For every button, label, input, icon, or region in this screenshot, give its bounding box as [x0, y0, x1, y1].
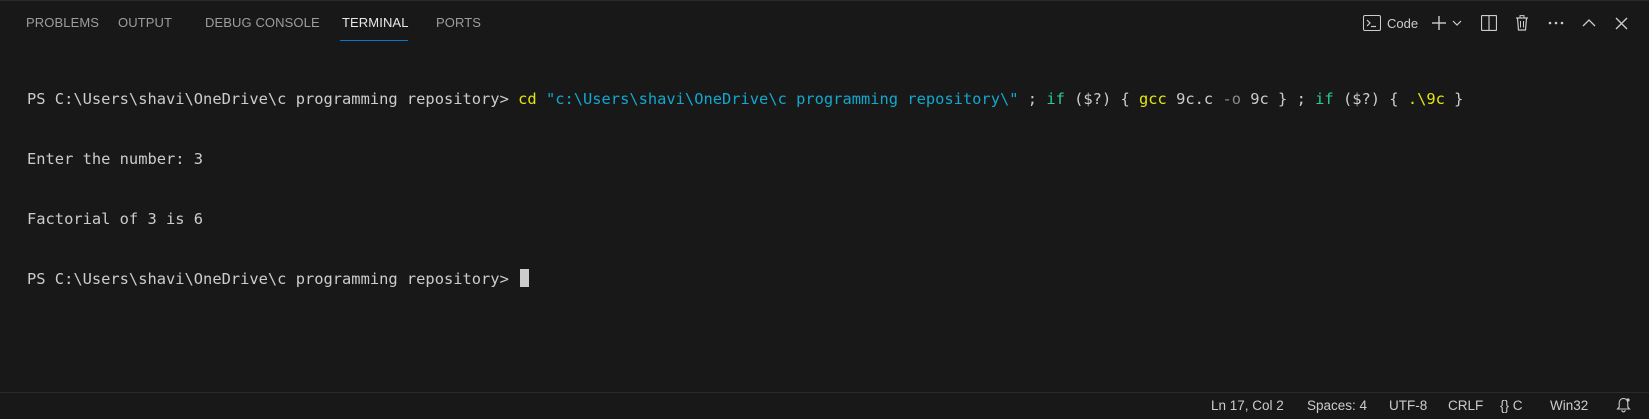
cmd-condition-2: ($?) { — [1333, 90, 1408, 108]
tab-problems[interactable]: PROBLEMS — [26, 15, 99, 30]
terminal-panel: PROBLEMS OUTPUT DEBUG CONSOLE TERMINAL P… — [0, 0, 1649, 392]
cmd-path: "c:\Users\shavi\OneDrive\c programming r… — [545, 90, 1019, 108]
split-icon — [1481, 15, 1497, 31]
plus-icon — [1431, 15, 1447, 31]
cmd-source-file: 9c.c — [1166, 90, 1223, 108]
line-ending-setting[interactable]: CRLF — [1448, 398, 1483, 413]
chevron-down-icon — [1452, 18, 1462, 28]
cursor-position[interactable]: Ln 17, Col 2 — [1211, 398, 1284, 413]
terminal-profile-label: Code — [1387, 15, 1419, 31]
cmd-output-name: 9c } ; — [1240, 90, 1316, 108]
tab-output[interactable]: OUTPUT — [118, 15, 172, 30]
panel-tab-bar: PROBLEMS OUTPUT DEBUG CONSOLE TERMINAL P… — [0, 1, 1649, 45]
terminal-prompt: PS C:\Users\shavi\OneDrive\c programming… — [27, 90, 519, 108]
cmd-if-keyword-2: if — [1315, 90, 1334, 108]
cmd-end: } — [1444, 90, 1464, 108]
tab-debug-console[interactable]: DEBUG CONSOLE — [205, 15, 320, 30]
more-actions-button[interactable] — [1547, 12, 1565, 34]
cmd-run-executable: .\9c — [1407, 90, 1445, 108]
language-mode[interactable]: {} C — [1500, 398, 1523, 413]
braces-icon: {} — [1500, 398, 1510, 413]
cmd-cd: cd — [518, 90, 537, 108]
cmd-if-keyword: if — [1046, 90, 1065, 108]
terminal-output-line: Enter the number: 3 — [27, 150, 204, 168]
cmd-separator: ; — [1018, 90, 1047, 108]
maximize-panel-button[interactable] — [1580, 12, 1598, 34]
terminal-output-line: Factorial of 3 is 6 — [27, 210, 204, 228]
tab-ports[interactable]: PORTS — [436, 15, 481, 30]
status-bar: Ln 17, Col 2 Spaces: 4 UTF-8 CRLF {} C W… — [0, 392, 1649, 419]
terminal-command-line: PS C:\Users\shavi\OneDrive\c programming… — [27, 89, 1463, 109]
notifications-button[interactable] — [1616, 397, 1631, 416]
terminal-prompt: PS C:\Users\shavi\OneDrive\c programming… — [27, 270, 519, 288]
terminal-input-line[interactable]: PS C:\Users\shavi\OneDrive\c programming… — [27, 269, 1463, 289]
ellipsis-icon — [1548, 21, 1564, 25]
terminal-profile-button[interactable]: Code — [1363, 12, 1427, 34]
new-terminal-button[interactable] — [1430, 12, 1448, 34]
terminal-icon — [1363, 15, 1381, 31]
tab-terminal[interactable]: TERMINAL — [342, 15, 409, 30]
split-terminal-button[interactable] — [1480, 12, 1498, 34]
language-label: C — [1512, 398, 1523, 413]
cmd-output-flag: -o — [1222, 90, 1241, 108]
kill-terminal-button[interactable] — [1513, 12, 1531, 34]
cmd-condition: ($?) { — [1064, 90, 1140, 108]
indentation-setting[interactable]: Spaces: 4 — [1307, 398, 1367, 413]
terminal-output[interactable]: PS C:\Users\shavi\OneDrive\c programming… — [27, 49, 1463, 329]
platform-indicator[interactable]: Win32 — [1550, 398, 1588, 413]
active-tab-indicator — [340, 40, 408, 41]
bell-icon — [1616, 397, 1631, 416]
cmd-gcc: gcc — [1139, 90, 1167, 108]
close-panel-button[interactable] — [1612, 12, 1630, 34]
close-icon — [1615, 17, 1628, 30]
chevron-up-icon — [1582, 18, 1596, 28]
encoding-setting[interactable]: UTF-8 — [1389, 398, 1427, 413]
terminal-cursor — [520, 269, 530, 287]
launch-profile-dropdown[interactable] — [1451, 12, 1463, 34]
trash-icon — [1515, 15, 1529, 31]
